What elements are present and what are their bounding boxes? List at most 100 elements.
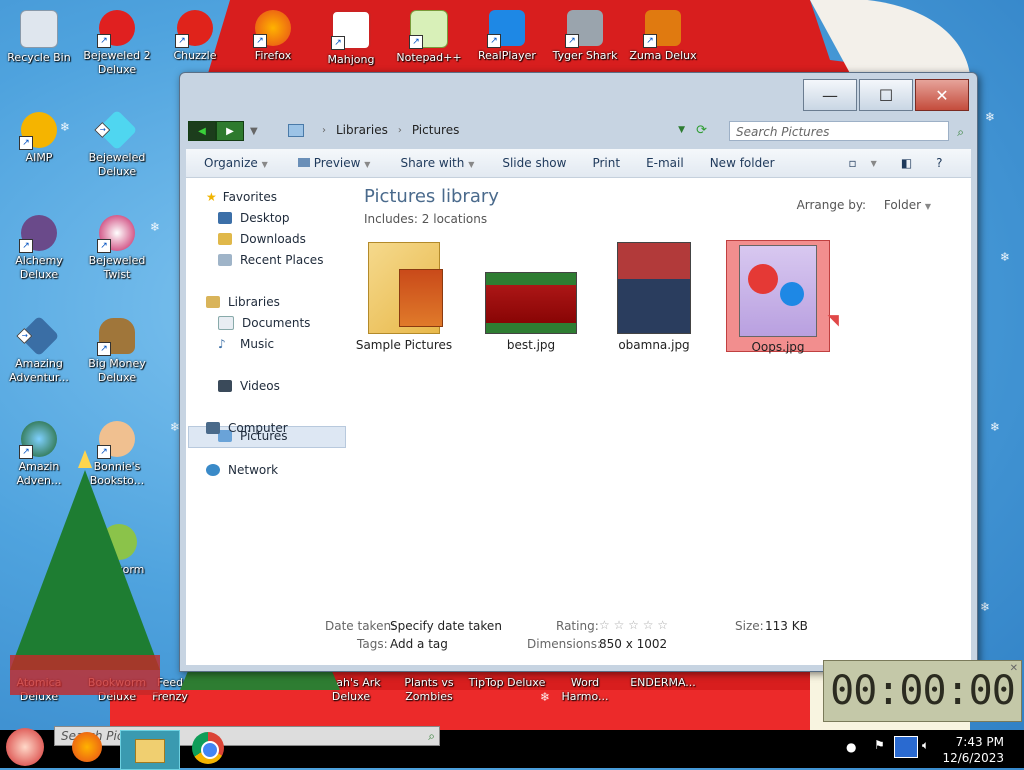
nav-desktop[interactable]: Desktop — [218, 209, 290, 227]
language-icon[interactable] — [894, 736, 918, 758]
stopwatch-gadget[interactable]: 00:00:00 ✕ — [823, 660, 1022, 722]
realplayer-icon: ↗ — [487, 10, 525, 48]
desktop-icon-bejeweled-twist[interactable]: ↗ Bejeweled Twist — [78, 215, 156, 282]
start-button[interactable] — [6, 728, 44, 766]
taskbar-search-box[interactable]: Search Pictu ⌕ — [54, 726, 440, 746]
minimize-button[interactable]: — — [803, 79, 857, 111]
tags-value[interactable]: Add a tag — [390, 637, 448, 651]
volume-icon[interactable]: 🔈︎ — [922, 738, 929, 753]
organize-label: Organize — [204, 156, 258, 170]
date-taken-value[interactable]: Specify date taken — [390, 619, 502, 633]
new-folder-button[interactable]: New folder — [710, 156, 775, 170]
preview-button[interactable]: Preview ▼ — [297, 156, 370, 170]
desktop-icon-firefox[interactable]: ↗ Firefox — [234, 10, 312, 63]
share-with-button[interactable]: Share with ▼ — [400, 156, 474, 170]
desktop-icon-recycle-bin[interactable]: Recycle Bin — [0, 10, 78, 65]
taskbar-firefox[interactable] — [72, 732, 102, 762]
nav-computer[interactable]: Computer — [206, 419, 288, 437]
action-center-flag-icon[interactable]: ⚑ — [874, 738, 885, 752]
desktop-icon-label: Amazing Adventur... — [9, 357, 69, 384]
file-name: best.jpg — [506, 338, 556, 352]
desktop-icon-zuma[interactable]: ↗ Zuma Delux — [624, 10, 702, 63]
file-item[interactable]: best.jpg — [481, 242, 581, 352]
forward-button[interactable]: ▶ — [216, 121, 244, 141]
desktop-icon-bejeweled[interactable]: ↗ Bejeweled Deluxe — [78, 109, 156, 179]
desktop-icon-notepadpp[interactable]: ↗ Notepad++ — [390, 10, 468, 65]
desktop-icon-tyger-shark[interactable]: ↗ Tyger Shark — [546, 10, 624, 63]
search-box[interactable]: Search Pictures ⌕ — [729, 121, 964, 141]
desktop-icon-amazing-adventures[interactable]: ↗ Amazing Adventur... — [0, 315, 78, 385]
email-button[interactable]: E-mail — [646, 156, 684, 170]
address-bar[interactable]: › Libraries › Pictures ▼ ⟳ — [288, 119, 707, 141]
desktop-icon-word-harmony[interactable]: Word Harmo... — [546, 676, 624, 704]
search-icon[interactable]: ⌕ — [957, 122, 964, 142]
command-bar: Organize ▼ Preview ▼ Share with ▼ Slide … — [186, 149, 971, 178]
organize-button[interactable]: Organize ▼ — [204, 156, 268, 170]
nav-documents[interactable]: Documents — [218, 314, 310, 332]
nav-recent-places[interactable]: Recent Places — [218, 251, 323, 269]
library-subtitle[interactable]: Includes: 2 locations — [364, 212, 487, 226]
rating-stars[interactable]: ☆ ☆ ☆ ☆ ☆ — [599, 618, 668, 632]
file-item[interactable]: obamna.jpg — [604, 242, 704, 352]
change-view-icon[interactable]: ▫ — [849, 156, 857, 170]
view-options-chevron-icon[interactable]: ▼ — [871, 159, 877, 168]
music-icon: ♪ — [218, 337, 226, 351]
file-name: obamna.jpg — [618, 338, 690, 352]
recent-pages-chevron-icon[interactable]: ▼ — [250, 126, 258, 137]
nav-music[interactable]: ♪ Music — [218, 335, 274, 353]
back-button[interactable]: ◀ — [188, 121, 216, 141]
close-button[interactable]: ✕ — [915, 79, 969, 111]
nav-videos[interactable]: Videos — [218, 377, 280, 395]
taskbar-chrome[interactable] — [192, 732, 224, 764]
nav-label: Videos — [240, 379, 280, 393]
desktop-icon-alchemy[interactable]: ↗ Alchemy Deluxe — [0, 215, 78, 282]
arrange-by: Arrange by: Folder ▼ — [797, 198, 931, 212]
search-icon[interactable]: ⌕ — [428, 727, 435, 745]
date-taken-label: Date taken: — [325, 619, 396, 633]
nav-libraries[interactable]: Libraries — [206, 293, 280, 311]
arrange-dropdown[interactable]: Folder ▼ — [884, 198, 931, 212]
breadcrumb-libraries[interactable]: Libraries — [336, 123, 388, 137]
nav-label: Network — [228, 463, 279, 477]
refresh-icon[interactable]: ⟳ — [696, 123, 707, 138]
chevron-down-icon: ▼ — [261, 160, 268, 169]
help-icon[interactable]: ? — [936, 156, 942, 170]
library-title: Pictures library — [364, 186, 499, 207]
file-item-selected[interactable]: Oops.jpg — [726, 240, 830, 354]
desktop-icon-plants-vs-zombies[interactable]: Plants vs Zombies — [390, 676, 468, 704]
maximize-button[interactable]: ☐ — [859, 79, 913, 111]
file-view: Pictures library Includes: 2 locations A… — [346, 178, 971, 611]
nav-label: Music — [240, 337, 275, 351]
address-dropdown-icon[interactable]: ▼ — [678, 125, 685, 135]
desktop-icon-label: Chuzzle — [173, 49, 217, 62]
desktop-icon-enderman[interactable]: ENDERMA... — [624, 676, 702, 690]
nav-downloads[interactable]: Downloads — [218, 230, 306, 248]
desktop-icon-label: Big Money Deluxe — [88, 357, 146, 384]
nav-favorites[interactable]: ★ Favorites — [206, 188, 277, 206]
file-item[interactable]: Sample Pictures — [354, 242, 454, 352]
taskbar-explorer[interactable] — [120, 730, 180, 770]
desktop-icon-bejeweled2[interactable]: ↗ Bejeweled 2 Deluxe — [78, 10, 156, 77]
desktop-icon-label: Bejeweled Deluxe — [88, 151, 146, 178]
nav-network[interactable]: Network — [206, 461, 278, 479]
show-hidden-icons-icon[interactable]: ● — [846, 740, 856, 754]
desktop-icon-realplayer[interactable]: ↗ RealPlayer — [468, 10, 546, 63]
close-icon[interactable]: ✕ — [1010, 663, 1018, 674]
desktop-icon-chuzzle[interactable]: ↗ Chuzzle — [156, 10, 234, 63]
close-icon: ✕ — [935, 85, 949, 105]
desktop-icon-tiptop[interactable]: TipTop Deluxe — [468, 676, 546, 690]
print-button[interactable]: Print — [592, 156, 620, 170]
preview-pane-icon[interactable]: ◧ — [901, 156, 912, 170]
breadcrumb-pictures[interactable]: Pictures — [412, 123, 460, 137]
share-with-label: Share with — [400, 156, 465, 170]
tags-label: Tags: — [357, 637, 388, 651]
desktop-icon-big-money[interactable]: ↗ Big Money Deluxe — [78, 318, 156, 385]
system-clock[interactable]: 7:43 PM 12/6/2023 — [942, 734, 1004, 766]
desktop-icon-label: Tyger Shark — [552, 49, 618, 62]
desktop-icon-aimp[interactable]: ↗ AIMP — [0, 112, 78, 165]
desktop-icon-mahjong[interactable]: ↗ Mahjong — [312, 10, 390, 67]
slide-show-button[interactable]: Slide show — [502, 156, 566, 170]
character-illustration — [748, 264, 778, 294]
forward-arrow-icon: ▶ — [226, 125, 234, 137]
dimensions-label: Dimensions: — [527, 637, 602, 651]
